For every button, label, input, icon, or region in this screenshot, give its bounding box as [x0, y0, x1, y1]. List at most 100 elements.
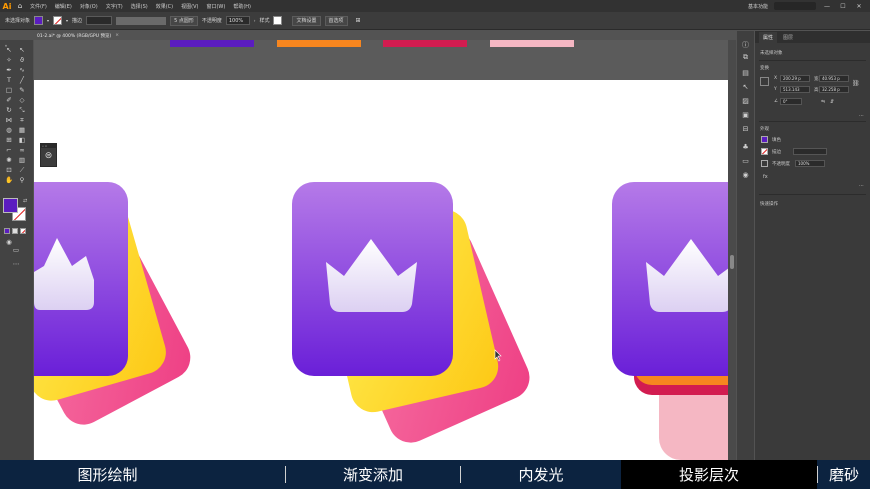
app-icon-1[interactable]	[34, 182, 198, 432]
direct-selection-tool-icon[interactable]: ↖	[18, 46, 26, 54]
close-tab-icon[interactable]: ×	[115, 33, 119, 38]
width-field[interactable]: 40.953 p	[819, 75, 849, 82]
document-tab[interactable]: 01-2.ai* @ 400% (RGB/GPU 预览) ×	[34, 31, 134, 40]
curvature-tool-icon[interactable]: ∿	[18, 66, 26, 74]
tab-layers[interactable]: 图层	[779, 32, 797, 43]
scroll-thumb[interactable]	[730, 255, 734, 269]
menu-select[interactable]: 选择(S)	[127, 3, 152, 10]
fill-swatch[interactable]	[761, 136, 768, 143]
symbol-sprayer-icon[interactable]: ✺	[5, 156, 13, 164]
close-icon[interactable]: ✕	[854, 3, 864, 10]
search-field[interactable]	[774, 2, 816, 10]
swap-icon[interactable]: ⇄	[23, 198, 27, 204]
x-field[interactable]: 200.29 p	[780, 75, 810, 82]
draw-mode-icon[interactable]: ◉	[5, 238, 13, 246]
zoom-tool-icon[interactable]: ⚲	[18, 176, 26, 184]
style-swatch[interactable]	[273, 16, 283, 25]
shape-builder-icon[interactable]: ◍	[5, 126, 13, 134]
free-transform-icon[interactable]: ⌗	[18, 116, 26, 124]
type-tool-icon[interactable]: T	[5, 76, 13, 84]
artboards-icon[interactable]: ▣	[741, 111, 750, 120]
menu-type[interactable]: 文字(T)	[102, 3, 127, 10]
graphic-styles-icon[interactable]: ◉	[741, 171, 750, 180]
hand-tool-icon[interactable]: ✋	[5, 176, 13, 184]
blend-tool-icon[interactable]: ∞	[18, 146, 26, 154]
shaper-tool-icon[interactable]: ✐	[5, 96, 13, 104]
maximize-icon[interactable]: ☐	[838, 3, 848, 10]
graph-tool-icon[interactable]: ▥	[18, 156, 26, 164]
menu-window[interactable]: 窗口(W)	[202, 3, 229, 10]
chevron-down-icon[interactable]: ▾	[66, 18, 68, 23]
symbols-icon[interactable]: ▭	[741, 157, 750, 166]
flip-vertical-icon[interactable]: ⇵	[830, 99, 834, 105]
stroke-weight-field[interactable]	[86, 16, 113, 25]
color-mode-icon[interactable]	[4, 228, 10, 234]
document-setup-button[interactable]: 文档设置	[292, 15, 321, 26]
fill-stroke-widget[interactable]: ⇄	[3, 198, 29, 224]
height-field[interactable]: 32.258 p	[819, 86, 849, 93]
stroke-swatch[interactable]	[761, 148, 768, 155]
transform-icon[interactable]: ⧉	[741, 53, 750, 62]
slice-tool-icon[interactable]: ⟋	[18, 166, 26, 174]
stroke-swatch[interactable]	[53, 16, 63, 25]
paintbrush-icon[interactable]: ✎	[18, 86, 26, 94]
more-options-icon[interactable]: ⋯	[859, 183, 864, 189]
angle-field[interactable]: 0°	[780, 98, 802, 105]
menu-help[interactable]: 帮助(H)	[229, 3, 255, 10]
canvas-area[interactable]: « × ⊜	[34, 40, 728, 460]
more-tools-icon[interactable]: ⋯	[12, 260, 20, 268]
cursor-panel-icon[interactable]: ↖	[741, 83, 750, 92]
vertical-scrollbar[interactable]	[728, 40, 736, 460]
layers-icon[interactable]: ▨	[741, 97, 750, 106]
minimize-icon[interactable]: —	[822, 3, 832, 10]
perspective-grid-icon[interactable]: ▦	[18, 126, 26, 134]
opacity-field[interactable]: 100%	[795, 160, 825, 167]
width-tool-icon[interactable]: ⋈	[5, 116, 13, 124]
tab-properties[interactable]: 属性	[759, 32, 778, 43]
opacity-field[interactable]: 100%	[225, 16, 250, 25]
eyedropper-icon[interactable]: ⌐	[5, 146, 13, 154]
none-mode-icon[interactable]	[20, 228, 26, 234]
stroke-weight-field[interactable]	[793, 148, 827, 155]
rectangle-tool-icon[interactable]: □	[5, 86, 13, 94]
home-icon[interactable]: ⌂	[14, 2, 26, 10]
link-icon[interactable]: ⛓	[852, 80, 860, 87]
magic-wand-icon[interactable]: ✧	[5, 56, 13, 64]
chevron-right-icon[interactable]: ›	[254, 18, 256, 23]
fx-icon[interactable]: fx	[763, 174, 768, 180]
libraries-icon[interactable]: ▤	[741, 69, 750, 78]
lasso-icon[interactable]: ϑ	[18, 56, 26, 64]
links-icon[interactable]: ⊟	[741, 125, 750, 134]
eraser-icon[interactable]: ◇	[18, 96, 26, 104]
gradient-mode-icon[interactable]	[12, 228, 18, 234]
workspace-switcher[interactable]: 基本功能	[748, 3, 768, 10]
app-icon-2[interactable]	[292, 182, 537, 450]
menu-edit[interactable]: 编辑(E)	[51, 3, 76, 10]
rotate-tool-icon[interactable]: ↻	[5, 106, 13, 114]
selection-tool-icon[interactable]: ↖	[5, 46, 13, 54]
variable-width-profile[interactable]	[116, 16, 167, 25]
menu-effect[interactable]: 效果(C)	[152, 3, 177, 10]
arrange-icon[interactable]: ⊞	[356, 17, 361, 24]
app-icon-3[interactable]	[612, 182, 728, 460]
brush-definition[interactable]: 5 点圆形	[170, 15, 198, 26]
menu-file[interactable]: 文件(F)	[26, 3, 51, 10]
flip-horizontal-icon[interactable]: ⇋	[821, 99, 825, 105]
preferences-button[interactable]: 首选项	[324, 15, 348, 26]
fill-swatch[interactable]	[34, 16, 44, 25]
mesh-tool-icon[interactable]: ⊞	[5, 136, 13, 144]
chevron-down-icon[interactable]: ▾	[47, 18, 49, 23]
appearance-icon[interactable]: ♣	[741, 143, 750, 152]
gradient-tool-icon[interactable]: ◧	[18, 136, 26, 144]
reference-point-icon[interactable]	[760, 77, 769, 86]
more-options-icon[interactable]: ⋯	[859, 113, 864, 119]
line-tool-icon[interactable]: ╱	[18, 76, 26, 84]
screen-mode-icon[interactable]: ▭	[12, 246, 20, 254]
pen-tool-icon[interactable]: ✒	[5, 66, 13, 74]
menu-object[interactable]: 对象(O)	[76, 3, 102, 10]
info-icon[interactable]: ⓘ	[741, 41, 750, 50]
y-field[interactable]: 513.143	[780, 86, 810, 93]
scale-tool-icon[interactable]: ⤡	[18, 106, 26, 114]
artboard-tool-icon[interactable]: ⊡	[5, 166, 13, 174]
menu-view[interactable]: 视图(V)	[177, 3, 202, 10]
